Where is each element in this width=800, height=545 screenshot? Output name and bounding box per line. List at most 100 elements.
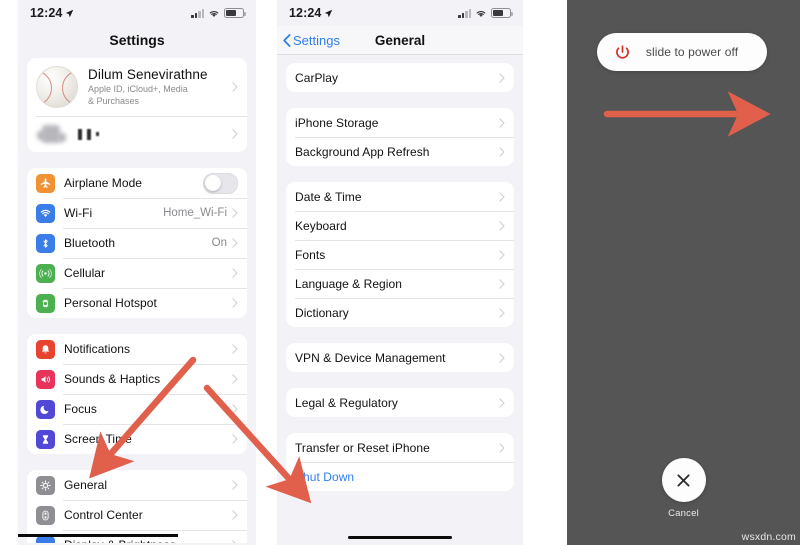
settings-row-sounds-haptics[interactable]: Sounds & Haptics [27,364,247,394]
blurred-account-row[interactable] [27,116,247,152]
settings-row-label: Sounds & Haptics [64,372,161,386]
general-row-background-app-refresh[interactable]: Background App Refresh [286,137,514,166]
general-row-label: Keyboard [295,218,347,233]
general-row-shut-down[interactable]: Shut Down [286,462,514,491]
cancel-button[interactable]: Cancel [661,458,706,519]
page-background-left [0,0,18,545]
home-indicator-mid [348,535,452,539]
general-row-transfer-or-reset-iphone[interactable]: Transfer or Reset iPhone [286,433,514,462]
watermark: wsxdn.com [741,531,796,543]
sounds-icon [36,369,55,389]
apple-id-row[interactable]: Dilum Senevirathne Apple ID, iCloud+, Me… [27,58,247,116]
airplane-icon [36,173,55,193]
settings-scroll-area[interactable]: Dilum Senevirathne Apple ID, iCloud+, Me… [18,58,256,543]
settings-row-notifications[interactable]: Notifications [27,334,247,364]
chevron-right-icon [232,480,238,490]
slide-to-power-off-label: slide to power off [645,45,739,59]
status-time-mid: 12:24 [289,6,333,20]
power-icon [616,44,629,59]
settings-row-label: Personal Hotspot [64,296,157,310]
settings-row-label: Notifications [64,342,131,356]
screenshot-stage: 12:24 Settings Dilum Senevirathne Apple … [0,0,800,545]
general-row-label: Shut Down [295,469,355,484]
settings-row-personal-hotspot[interactable]: Personal Hotspot [27,288,247,318]
display-brightness-icon: AA [36,535,55,543]
phone-screen-power-off: slide to power off Cancel [567,0,800,545]
back-to-settings-button[interactable]: Settings [277,33,340,48]
page-background-right [523,0,567,545]
general-row-label: Fonts [295,247,326,262]
account-subtitle: Apple ID, iCloud+, Media & Purchases [88,84,188,106]
avatar [36,66,78,108]
general-group-4: VPN & Device Management [286,343,514,372]
notifications-icon [36,339,55,359]
close-icon [677,473,690,487]
chevron-right-icon [232,208,238,218]
general-scroll-area[interactable]: CarPlay iPhone Storage Background App Ref… [277,55,523,540]
settings-row-wi-fi[interactable]: Wi-Fi Home_Wi-Fi [27,198,247,228]
general-group-1: CarPlay [286,63,514,92]
chevron-left-icon [283,33,291,47]
status-indicators-mid [458,8,513,18]
slide-to-power-off-slider[interactable]: slide to power off [597,33,767,71]
status-indicators-left [191,8,246,18]
general-group-5: Legal & Regulatory [286,388,514,417]
general-row-dictionary[interactable]: Dictionary [286,298,514,327]
account-name: Dilum Senevirathne [88,67,208,83]
general-row-label: Date & Time [295,189,362,204]
settings-row-focus[interactable]: Focus [27,394,247,424]
settings-row-control-center[interactable]: Control Center [27,500,247,530]
phone-screen-settings: 12:24 Settings Dilum Senevirathne Apple … [18,0,256,545]
blurred-avatar [36,122,66,146]
settings-row-label: Control Center [64,508,143,522]
general-row-fonts[interactable]: Fonts [286,240,514,269]
blurred-label [78,128,232,140]
chevron-right-icon [499,191,505,202]
general-row-keyboard[interactable]: Keyboard [286,211,514,240]
chevron-right-icon [499,307,505,318]
cellular-signal-icon [191,8,204,18]
general-row-vpn-device-management[interactable]: VPN & Device Management [286,343,514,372]
cellular-icon [36,263,55,283]
general-group-2: iPhone Storage Background App Refresh [286,108,514,166]
chevron-right-icon [499,249,505,260]
chevron-right-icon [232,434,238,444]
settings-row-general[interactable]: General [27,470,247,500]
general-row-date-time[interactable]: Date & Time [286,182,514,211]
focus-icon [36,399,55,419]
general-group-6: Transfer or Reset iPhone Shut Down [286,433,514,491]
general-row-carplay[interactable]: CarPlay [286,63,514,92]
settings-row-label: Focus [64,402,97,416]
settings-row-bluetooth[interactable]: Bluetooth On [27,228,247,258]
settings-row-airplane-mode[interactable]: Airplane Mode [27,168,247,198]
general-row-language-region[interactable]: Language & Region [286,269,514,298]
settings-row-label: General [64,478,108,492]
settings-row-label: Display & Brightness [64,538,232,543]
settings-row-cellular[interactable]: Cellular [27,258,247,288]
chevron-right-icon [232,404,238,414]
phone-screen-general: 12:24 Settings General CarPlay iPhone St… [277,0,523,545]
cancel-label: Cancel [668,508,699,519]
chevron-right-icon [499,352,505,363]
airplane-mode-toggle[interactable] [203,172,238,194]
general-row-legal-regulatory[interactable]: Legal & Regulatory [286,388,514,417]
general-row-label: Language & Region [295,276,402,291]
general-nav-bar: Settings General [277,26,523,55]
general-row-label: Legal & Regulatory [295,395,398,410]
status-time-text-mid: 12:24 [289,6,322,20]
battery-icon [491,8,513,18]
cancel-button-circle[interactable] [661,458,706,502]
general-row-iphone-storage[interactable]: iPhone Storage [286,108,514,137]
settings-row-screen-time[interactable]: Screen Time [27,424,247,454]
settings-row-label: Airplane Mode [64,176,143,190]
general-row-label: Background App Refresh [295,144,430,159]
chevron-right-icon [499,220,505,231]
general-row-label: Transfer or Reset iPhone [295,440,430,455]
chevron-right-icon [232,129,238,139]
settings-row-value: Home_Wi-Fi [163,207,227,219]
status-bar-left: 12:24 [18,0,256,26]
general-row-label: CarPlay [295,70,339,85]
status-bar-mid: 12:24 [277,0,523,26]
general-row-label: Dictionary [295,305,349,320]
status-time-text-left: 12:24 [30,6,63,20]
